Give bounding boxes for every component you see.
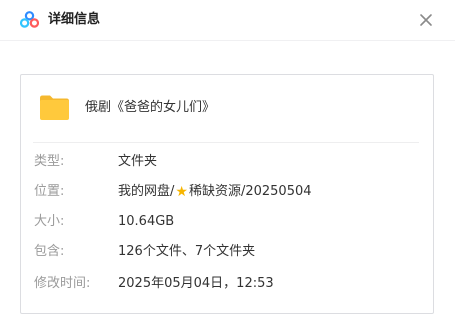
dialog-header: 详细信息 xyxy=(0,0,455,41)
modified-value: 2025年05月04日，12:53 xyxy=(118,276,274,291)
type-value: 文件夹 xyxy=(118,154,158,169)
divider xyxy=(33,142,419,143)
details-card: 俄剧《爸爸的女儿们》 类型: 文件夹 位置: 我的网盘/★稀缺资源/202505… xyxy=(20,74,434,314)
contains-value: 126个文件、7个文件夹 xyxy=(118,244,256,259)
type-label: 类型: xyxy=(34,154,65,169)
property-size: 大小: 10.64GB xyxy=(21,212,433,232)
property-contains: 包含: 126个文件、7个文件夹 xyxy=(21,242,433,262)
contains-label: 包含: xyxy=(34,244,65,259)
size-value: 10.64GB xyxy=(118,214,175,229)
folder-icon xyxy=(40,95,69,120)
location-label: 位置: xyxy=(34,184,65,199)
dialog-title: 详细信息 xyxy=(48,12,101,27)
modified-label: 修改时间: xyxy=(34,276,91,291)
property-location: 位置: 我的网盘/★稀缺资源/20250504 xyxy=(21,182,433,202)
property-modified: 修改时间: 2025年05月04日，12:53 xyxy=(21,274,433,294)
file-summary: 俄剧《爸爸的女儿们》 xyxy=(21,75,433,141)
location-path-prefix: 我的网盘/ xyxy=(118,184,175,199)
property-type: 类型: 文件夹 xyxy=(21,152,433,172)
location-path-suffix: 稀缺资源/20250504 xyxy=(188,184,312,199)
close-icon xyxy=(420,14,432,26)
file-details-dialog: 详细信息 俄剧《爸爸的女儿们》 类型: 文件夹 位置: 我的网盘/★稀缺资源/2… xyxy=(0,0,455,332)
star-icon: ★ xyxy=(175,184,188,200)
close-button[interactable] xyxy=(416,10,436,30)
size-label: 大小: xyxy=(34,214,65,229)
file-name: 俄剧《爸爸的女儿们》 xyxy=(85,100,216,115)
location-value: 我的网盘/★稀缺资源/20250504 xyxy=(118,182,312,202)
baidu-netdisk-logo-icon xyxy=(20,11,39,28)
